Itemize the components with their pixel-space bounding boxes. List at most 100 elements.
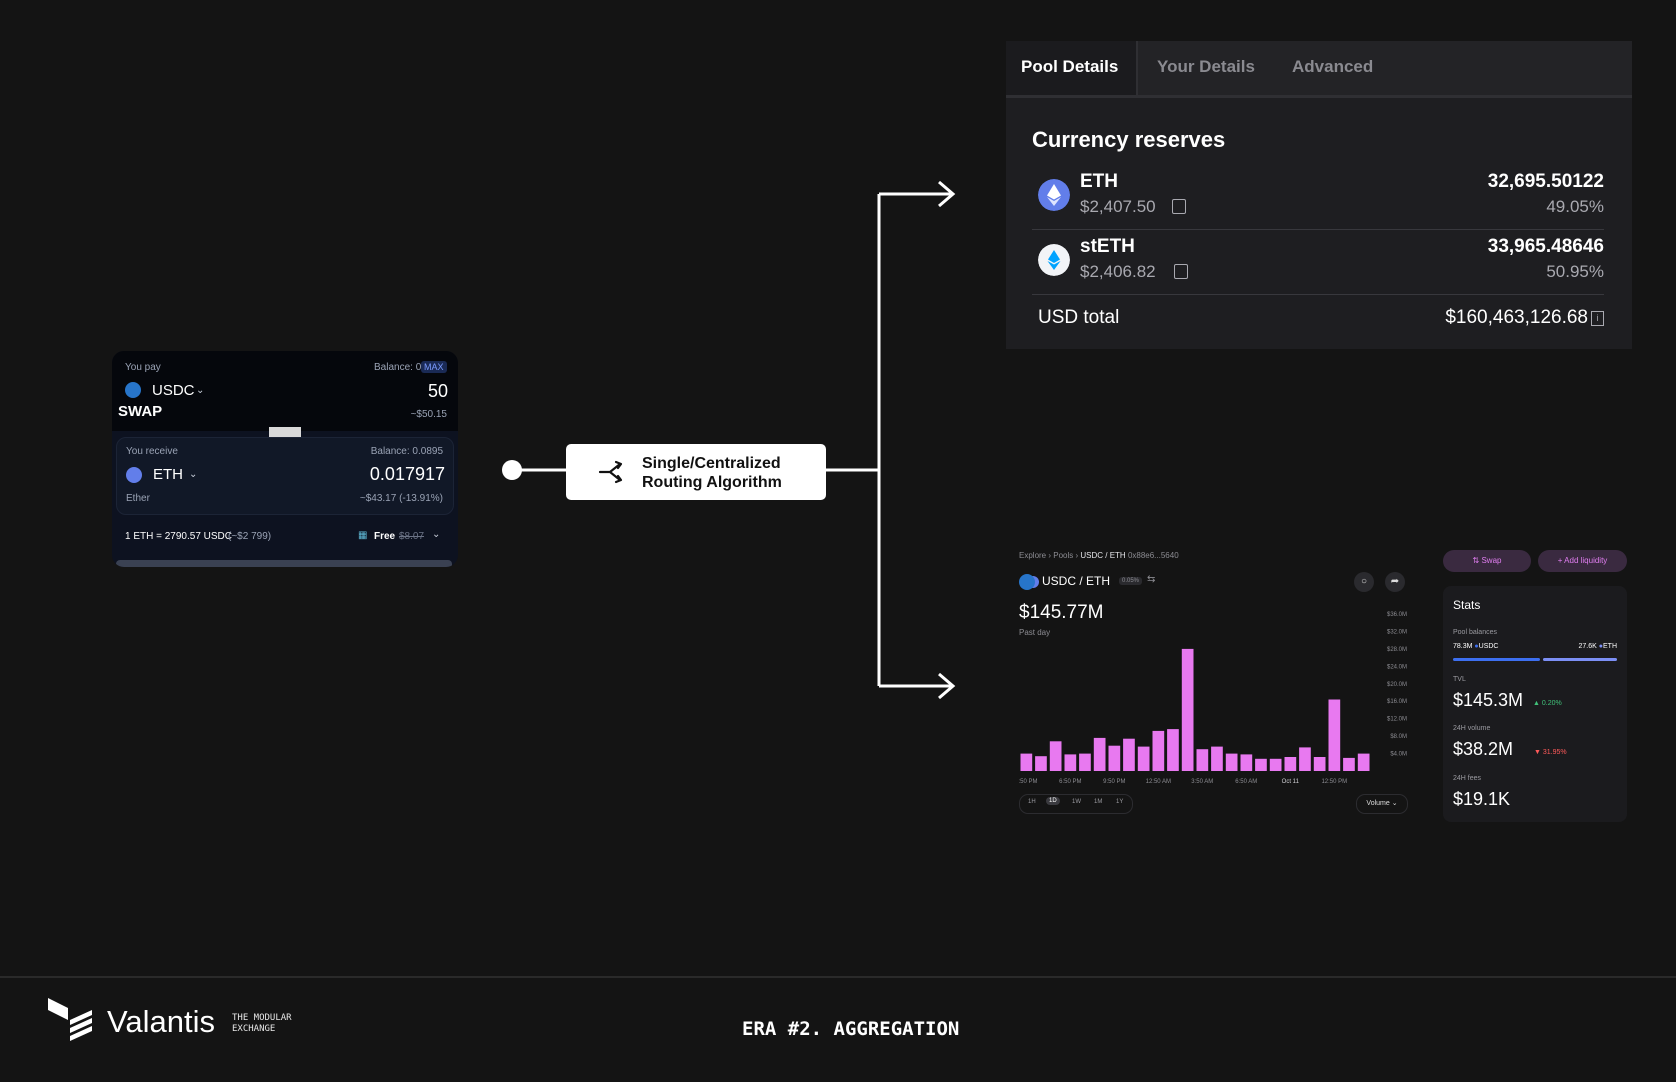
chart-bar[interactable] [1035, 756, 1047, 771]
usdc-icon [125, 382, 141, 398]
chart-bar[interactable] [1255, 758, 1267, 771]
y-tick-label: $32.0M [1387, 629, 1407, 635]
chart-bar[interactable] [1357, 753, 1370, 771]
breadcrumb-explore[interactable]: Explore [1019, 551, 1046, 560]
metric-select[interactable]: Volume ⌄ [1356, 794, 1408, 814]
add-liquidity-button[interactable]: + Add liquidity [1538, 550, 1627, 572]
balance-usdc: 78.3M ●USDC [1453, 643, 1499, 650]
swap-arrows-icon[interactable]: ⇆ [1147, 574, 1155, 585]
tagline-line-2: EXCHANGE [232, 1024, 276, 1034]
gas-icon: ▦ [358, 530, 368, 541]
x-tick-label: 12:50 AM [1146, 779, 1171, 785]
routing-algorithm-box: Single/Centralized Routing Algorithm [566, 444, 826, 500]
share-icon[interactable]: ➦ [1385, 572, 1405, 592]
tab-your-details[interactable]: Your Details [1157, 57, 1255, 77]
reserve-symbol: stETH [1080, 236, 1135, 257]
chart-bar[interactable] [1152, 730, 1165, 771]
swap-title: SWAP [118, 403, 163, 420]
max-button[interactable]: MAX [421, 361, 447, 373]
routing-label: Single/Centralized Routing Algorithm [642, 454, 782, 492]
receive-token-select[interactable]: ETH [153, 466, 183, 483]
fee-old: $8.07 [399, 531, 425, 542]
pay-label: You pay [125, 362, 161, 373]
chevron-down-icon[interactable]: ⌄ [189, 469, 197, 480]
y-tick-label: $20.0M [1387, 682, 1407, 688]
pay-amount-input[interactable]: 50 [428, 381, 448, 402]
reserve-percent: 49.05% [1546, 197, 1604, 216]
chart-bar[interactable] [1225, 753, 1238, 771]
pool-details-panel: Pool Details Your Details Advanced Curre… [1006, 41, 1632, 349]
currency-reserves-title: Currency reserves [1032, 127, 1226, 152]
pool-address[interactable]: 0x88e6...5640 [1128, 551, 1179, 560]
reserve-row-steth: stETH $2,406.82 33,965.48646 50.95% [1032, 230, 1604, 295]
chart-bar[interactable] [1196, 749, 1209, 771]
chart-bar[interactable] [1079, 753, 1091, 771]
volume-chart-svg: $36.0M $32.0M $28.0M $24.0M $20.0M $16.0M $12.… [1019, 612, 1407, 785]
chart-bar[interactable] [1328, 699, 1341, 772]
y-tick-label: $4.0M [1390, 752, 1407, 758]
chart-bar[interactable] [1181, 648, 1194, 771]
chart-bar[interactable] [1108, 745, 1121, 771]
range-option-1h[interactable]: 1H [1028, 799, 1036, 805]
chart-bar[interactable] [1343, 757, 1355, 771]
rate-row[interactable]: 1 ETH = 2790.57 USDC (~$2 799) ▦ Free $8… [112, 519, 458, 553]
breadcrumb-pair: USDC / ETH [1080, 551, 1126, 560]
y-tick-label: $28.0M [1387, 647, 1407, 653]
chart-bar[interactable] [1064, 754, 1077, 771]
chart-bar[interactable] [1211, 746, 1223, 771]
fee-badge: 0.05% [1119, 577, 1143, 585]
pay-token-select[interactable]: USDC [152, 382, 195, 399]
swap-button[interactable]: ⇅ Swap [1443, 550, 1531, 572]
era-title: ERA #2. AGGREGATION [742, 1018, 960, 1040]
reserve-amount: 33,965.48646 [1487, 236, 1604, 257]
balance-bar-eth [1543, 658, 1617, 661]
chart-bar[interactable] [1020, 753, 1033, 771]
chart-bar[interactable] [1093, 737, 1106, 771]
reserve-percent: 50.95% [1546, 262, 1604, 281]
y-tick-label: $16.0M [1387, 699, 1407, 705]
range-option-1d[interactable]: 1D [1046, 797, 1060, 805]
chart-bar[interactable] [1049, 741, 1062, 771]
chart-bar[interactable] [1123, 738, 1135, 771]
chevron-down-icon[interactable]: ⌄ [432, 529, 440, 540]
reserve-amount: 32,695.50122 [1487, 171, 1604, 192]
external-link-icon[interactable]: ○ [1354, 572, 1374, 592]
chart-bar[interactable] [1284, 757, 1297, 771]
range-option-1w[interactable]: 1W [1072, 799, 1081, 805]
fee-free: Free [374, 531, 396, 542]
copy-icon[interactable] [1174, 264, 1188, 279]
range-selector: 1H 1D 1W 1M 1Y [1019, 794, 1133, 814]
chart-bar[interactable] [1313, 757, 1326, 771]
chart-bar[interactable] [1167, 729, 1179, 771]
range-option-1y[interactable]: 1Y [1116, 799, 1123, 805]
receive-amount: 0.017917 [369, 464, 445, 484]
chart-bar[interactable] [1137, 746, 1150, 771]
copy-icon[interactable] [1172, 199, 1186, 214]
tab-advanced[interactable]: Advanced [1292, 57, 1373, 77]
chevron-down-icon[interactable]: ⌄ [196, 385, 204, 396]
breadcrumb-pools[interactable]: Pools [1053, 551, 1073, 560]
receive-token-name: Ether [126, 493, 150, 504]
receive-balance: Balance: 0.0895 [370, 446, 443, 457]
tvl-value: $145.3M [1453, 690, 1524, 710]
info-icon[interactable]: i [1591, 311, 1604, 326]
y-tick-label: $8.0M [1390, 734, 1407, 740]
eth-coin-icon [1038, 179, 1070, 211]
receive-usd-value: ~$43.17 (-13.91%) [359, 493, 443, 504]
usd-total-value: $160,463,126.68 [1445, 307, 1588, 328]
chart-bar[interactable] [1269, 758, 1282, 771]
metric-select-value: Volume [1366, 800, 1390, 807]
chart-bar[interactable] [1299, 747, 1311, 771]
balance-eth: 27.6K ●ETH [1578, 643, 1617, 650]
tab-pool-details[interactable]: Pool Details [1021, 57, 1118, 77]
x-tick-label: 9:50 PM [1103, 779, 1125, 785]
routing-line-2: Routing Algorithm [642, 474, 782, 491]
chart-bar[interactable] [1240, 754, 1253, 771]
swap-submit-bar[interactable] [116, 560, 452, 567]
pair-name: USDC / ETH [1042, 574, 1111, 588]
tagline-line-1: THE MODULAR [232, 1013, 292, 1023]
balance-bar-usdc [1453, 658, 1540, 661]
y-tick-label: $12.0M [1387, 717, 1407, 723]
range-option-1m[interactable]: 1M [1094, 799, 1102, 805]
x-tick-label: 6:50 AM [1235, 779, 1257, 785]
